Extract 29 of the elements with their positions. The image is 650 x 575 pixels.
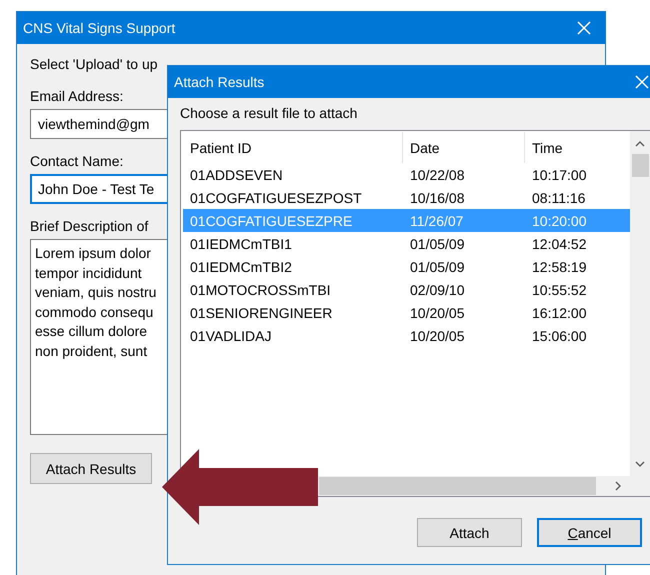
scroll-right-icon[interactable] — [615, 481, 622, 491]
scroll-up-icon[interactable] — [635, 140, 645, 147]
pointer-arrow-icon — [162, 449, 318, 525]
scrollbar-thumb[interactable] — [319, 477, 596, 495]
list-row[interactable]: 01MOTOCROSSmTBI 02/09/10 10:55:52 — [183, 278, 630, 301]
dialog-button[interactable]: Attach — [417, 518, 522, 547]
list-row[interactable]: 01IEDMCmTBI2 01/05/09 12:58:19 — [183, 255, 630, 278]
list-row[interactable]: 01ADDSEVEN 10/22/08 10:17:00 — [183, 163, 630, 186]
list-row[interactable]: 01IEDMCmTBI1 01/05/09 12:04:52 — [183, 232, 630, 255]
close-icon[interactable] — [635, 75, 649, 89]
dialog-button[interactable]: Cancel — [537, 518, 642, 547]
instruction-text: Select 'Upload' to up — [30, 56, 158, 72]
list-row[interactable]: 01VADLIDAJ 10/20/05 15:06:00 — [183, 324, 630, 347]
field-label: Email Address: — [30, 88, 124, 104]
window-title: Attach Results — [174, 74, 264, 90]
window-title: CNS Vital Signs Support — [23, 20, 176, 36]
list-row[interactable]: 01SENIORENGINEER 10/20/05 16:12:00 — [183, 301, 630, 324]
close-icon[interactable] — [577, 21, 591, 35]
attach-results-button[interactable]: Attach Results — [30, 453, 152, 484]
column-header[interactable]: Patient ID — [183, 132, 403, 163]
scroll-down-icon[interactable] — [635, 461, 645, 468]
column-header[interactable]: Time — [525, 132, 627, 163]
scrollbar-thumb[interactable] — [632, 154, 648, 177]
field-label: Brief Description of — [30, 218, 148, 234]
field-label: Contact Name: — [30, 153, 124, 169]
list-row[interactable]: 01COGFATIGUESEZPOST 10/16/08 08:11:16 — [183, 186, 630, 209]
vertical-scrollbar[interactable] — [630, 131, 650, 476]
column-header[interactable]: Date — [403, 132, 525, 163]
prompt-text: Choose a result file to attach — [180, 105, 358, 123]
